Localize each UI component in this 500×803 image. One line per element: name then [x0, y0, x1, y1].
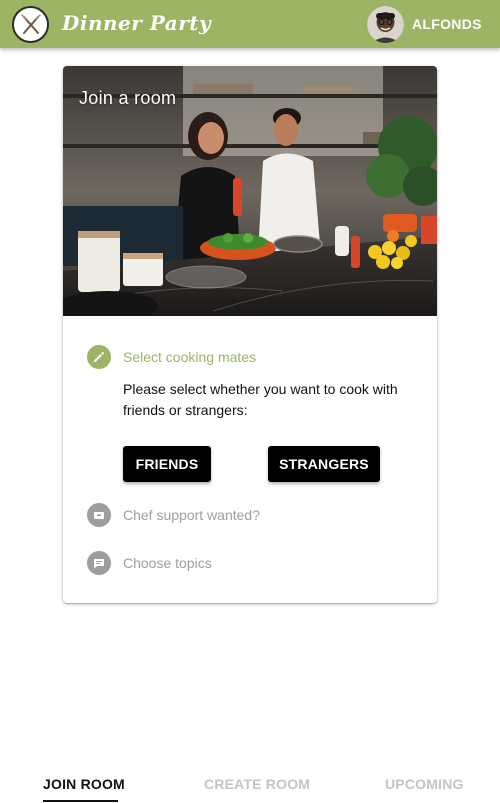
hero-image: Join a room	[63, 66, 437, 316]
friends-button[interactable]: FRIENDS	[123, 446, 211, 482]
step-select-cooking-mates[interactable]: Select cooking mates	[87, 345, 256, 369]
avatar-image	[367, 6, 404, 43]
tab-create-room[interactable]: CREATE ROOM	[204, 776, 310, 792]
active-tab-indicator	[43, 800, 118, 802]
bottom-nav: JOIN ROOM CREATE ROOM UPCOMING	[0, 760, 500, 803]
pencil-icon	[87, 345, 111, 369]
hero-title: Join a room	[79, 88, 177, 108]
fork-knife-icon	[20, 13, 41, 34]
join-room-card: Join a room Select cooking mates Please …	[63, 66, 437, 603]
app-logo[interactable]	[12, 6, 49, 43]
app-brand: Dinner Party	[62, 11, 212, 35]
tab-join-room[interactable]: JOIN ROOM	[43, 776, 125, 792]
strangers-button[interactable]: STRANGERS	[268, 446, 380, 482]
step-choose-topics[interactable]: Choose topics	[87, 551, 212, 575]
step-label: Chef support wanted?	[123, 507, 260, 523]
username[interactable]: ALFONDS	[412, 16, 482, 32]
chef-icon	[87, 503, 111, 527]
step-label: Select cooking mates	[123, 349, 257, 365]
app-header: Dinner Party ALFONDS	[0, 0, 500, 48]
step-description: Please select whether you want to cook w…	[123, 381, 398, 418]
chat-icon	[87, 551, 111, 575]
tab-upcoming[interactable]: UPCOMING	[385, 776, 464, 792]
step-label: Choose topics	[123, 555, 212, 571]
avatar[interactable]	[367, 6, 404, 43]
step-chef-support[interactable]: Chef support wanted?	[87, 503, 260, 527]
